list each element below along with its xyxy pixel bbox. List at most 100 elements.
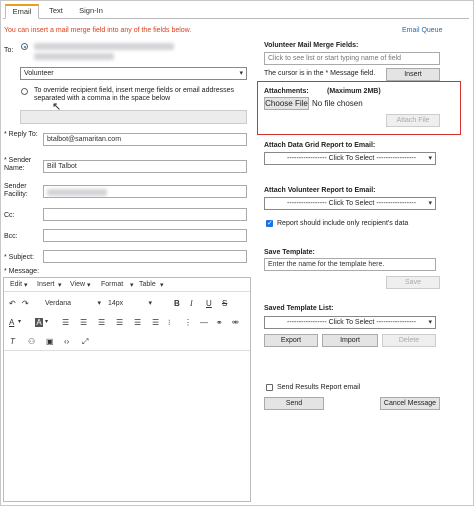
font-size-value: 14px [108,300,124,307]
save-template-title: Save Template: [264,249,315,256]
template-name-input[interactable]: Enter the name for the template here. [264,258,436,271]
message-label: * Message: [4,268,40,275]
strikethrough-icon[interactable]: S [222,299,227,308]
bold-icon[interactable]: B [174,299,180,308]
binoculars-icon[interactable]: ⚇ [28,337,35,346]
recipient-select[interactable]: Volunteer ▾ [20,67,247,80]
recipient-data-checkbox[interactable] [266,219,273,227]
editor-menubar: Edit ▾ Insert ▾ View ▾ Format ▾ Table ▾ [4,278,250,292]
recipient-blurred-text [34,43,174,50]
numbered-list-icon[interactable]: ⋮ [184,318,192,327]
saved-templates-select[interactable]: ----------------- Click To Select ------… [264,316,436,329]
align-justify-icon[interactable]: ☰ [116,318,123,327]
volunteer-report-select[interactable]: ----------------- Click To Select ------… [264,197,436,210]
chevron-down-icon: ▾ [428,155,432,162]
sender-facility-blurred [47,189,107,196]
image-icon[interactable]: ▣ [46,337,54,346]
merge-field-search[interactable]: Click to see list or start typing name o… [264,52,440,65]
email-queue-link[interactable]: Email Queue [402,27,442,34]
chevron-down-icon: ▾ [87,282,91,289]
cc-label: Cc: [4,212,15,219]
chevron-down-icon: ▾ [239,70,243,77]
reply-to-label: * Reply To: [4,131,38,138]
saved-templates-select-value: ----------------- Click To Select ------… [287,319,416,326]
align-right-icon[interactable]: ☰ [98,318,105,327]
menu-insert[interactable]: Insert [37,281,55,288]
grid-report-select-value: ----------------- Click To Select ------… [287,155,416,162]
choose-file-button[interactable]: Choose File [264,97,309,110]
menu-format[interactable]: Format [101,281,123,288]
bcc-label: Bcc: [4,233,18,240]
unlink-icon[interactable]: ⚮ [232,318,239,327]
fullscreen-icon[interactable]: ⤢ [82,337,88,346]
horizontal-rule-icon[interactable]: — [200,318,208,327]
font-size-select[interactable]: 14px ▾ [108,298,154,310]
save-template-button[interactable]: Save [386,276,440,289]
bullet-list-icon[interactable]: ⁝ [168,318,171,327]
attach-file-button[interactable]: Attach File [386,114,440,127]
tab-sign-in[interactable]: Sign-In [73,4,109,19]
menu-table[interactable]: Table [139,281,156,288]
chevron-down-icon: ▾ [148,300,152,307]
chevron-down-icon: ▾ [45,319,49,325]
import-button[interactable]: Import [322,334,378,347]
indent-icon[interactable]: ☰ [134,318,141,327]
link-icon[interactable]: ⚭ [216,318,223,327]
source-code-icon[interactable]: ‹› [64,337,69,346]
outdent-icon[interactable]: ☰ [152,318,159,327]
chevron-down-icon: ▾ [428,319,432,326]
volunteer-report-title: Attach Volunteer Report to Email: [264,187,376,194]
send-button[interactable]: Send [264,397,324,410]
cancel-message-button[interactable]: Cancel Message [380,397,440,410]
menu-edit[interactable]: Edit [10,281,22,288]
grid-report-select[interactable]: ----------------- Click To Select ------… [264,152,436,165]
bcc-input[interactable] [43,229,247,242]
align-center-icon[interactable]: ☰ [80,318,87,327]
chevron-down-icon: ▾ [18,319,22,325]
merge-field-notice: You can insert a mail merge field into a… [4,27,192,34]
tab-email[interactable]: Email [5,4,39,19]
mouse-pointer-icon: ↖ [52,101,62,113]
italic-icon[interactable]: I [190,299,193,308]
recipient-blurred-text-2 [34,53,114,60]
highlight-color-icon[interactable]: A [35,318,43,327]
align-left-icon[interactable]: ☰ [62,318,69,327]
sender-facility-input[interactable] [43,185,247,198]
chevron-down-icon: ▾ [160,282,164,289]
attachments-max: (Maximum 2MB) [327,88,381,95]
sender-facility-label: Sender Facility: [4,183,28,198]
font-family-select[interactable]: Verdana ▾ [45,298,103,310]
no-file-text: No file chosen [312,99,363,108]
chevron-down-icon: ▾ [24,282,28,289]
cursor-hint: The cursor is in the * Message field. [264,70,376,77]
underline-icon[interactable]: U [206,299,212,308]
tab-bar: Email Text Sign-In [3,4,469,19]
saved-templates-title: Saved Template List: [264,305,334,312]
undo-icon[interactable]: ↶ [9,299,16,308]
subject-input[interactable] [43,250,247,263]
cc-input[interactable] [43,208,247,221]
chevron-down-icon: ▾ [97,300,101,307]
recipient-select-value: Volunteer [24,70,54,77]
override-radio[interactable] [21,88,28,95]
reply-to-input[interactable]: btalbot@samaritan.com [43,133,247,146]
volunteer-report-select-value: ----------------- Click To Select ------… [287,200,416,207]
override-text: To override recipient field, insert merg… [34,87,234,102]
redo-icon[interactable]: ↷ [22,299,29,308]
delete-button[interactable]: Delete [382,334,436,347]
sender-name-input[interactable]: Bill Talbot [43,160,247,173]
editor-content-area[interactable] [4,351,250,501]
export-button[interactable]: Export [264,334,318,347]
chevron-down-icon: ▾ [58,282,62,289]
insert-button[interactable]: Insert [386,68,440,81]
text-color-icon[interactable]: A [9,318,14,327]
chevron-down-icon: ▾ [130,282,134,289]
send-results-checkbox[interactable] [266,384,273,391]
to-label: To: [4,47,14,54]
message-editor[interactable]: Edit ▾ Insert ▾ View ▾ Format ▾ Table ▾ ↶ ↷ V… [3,277,251,502]
clear-format-icon[interactable]: T [10,337,15,346]
menu-view[interactable]: View [70,281,85,288]
sender-name-label: * Sender Name: [4,157,32,172]
recipient-radio[interactable] [21,43,28,50]
tab-text[interactable]: Text [41,4,71,19]
